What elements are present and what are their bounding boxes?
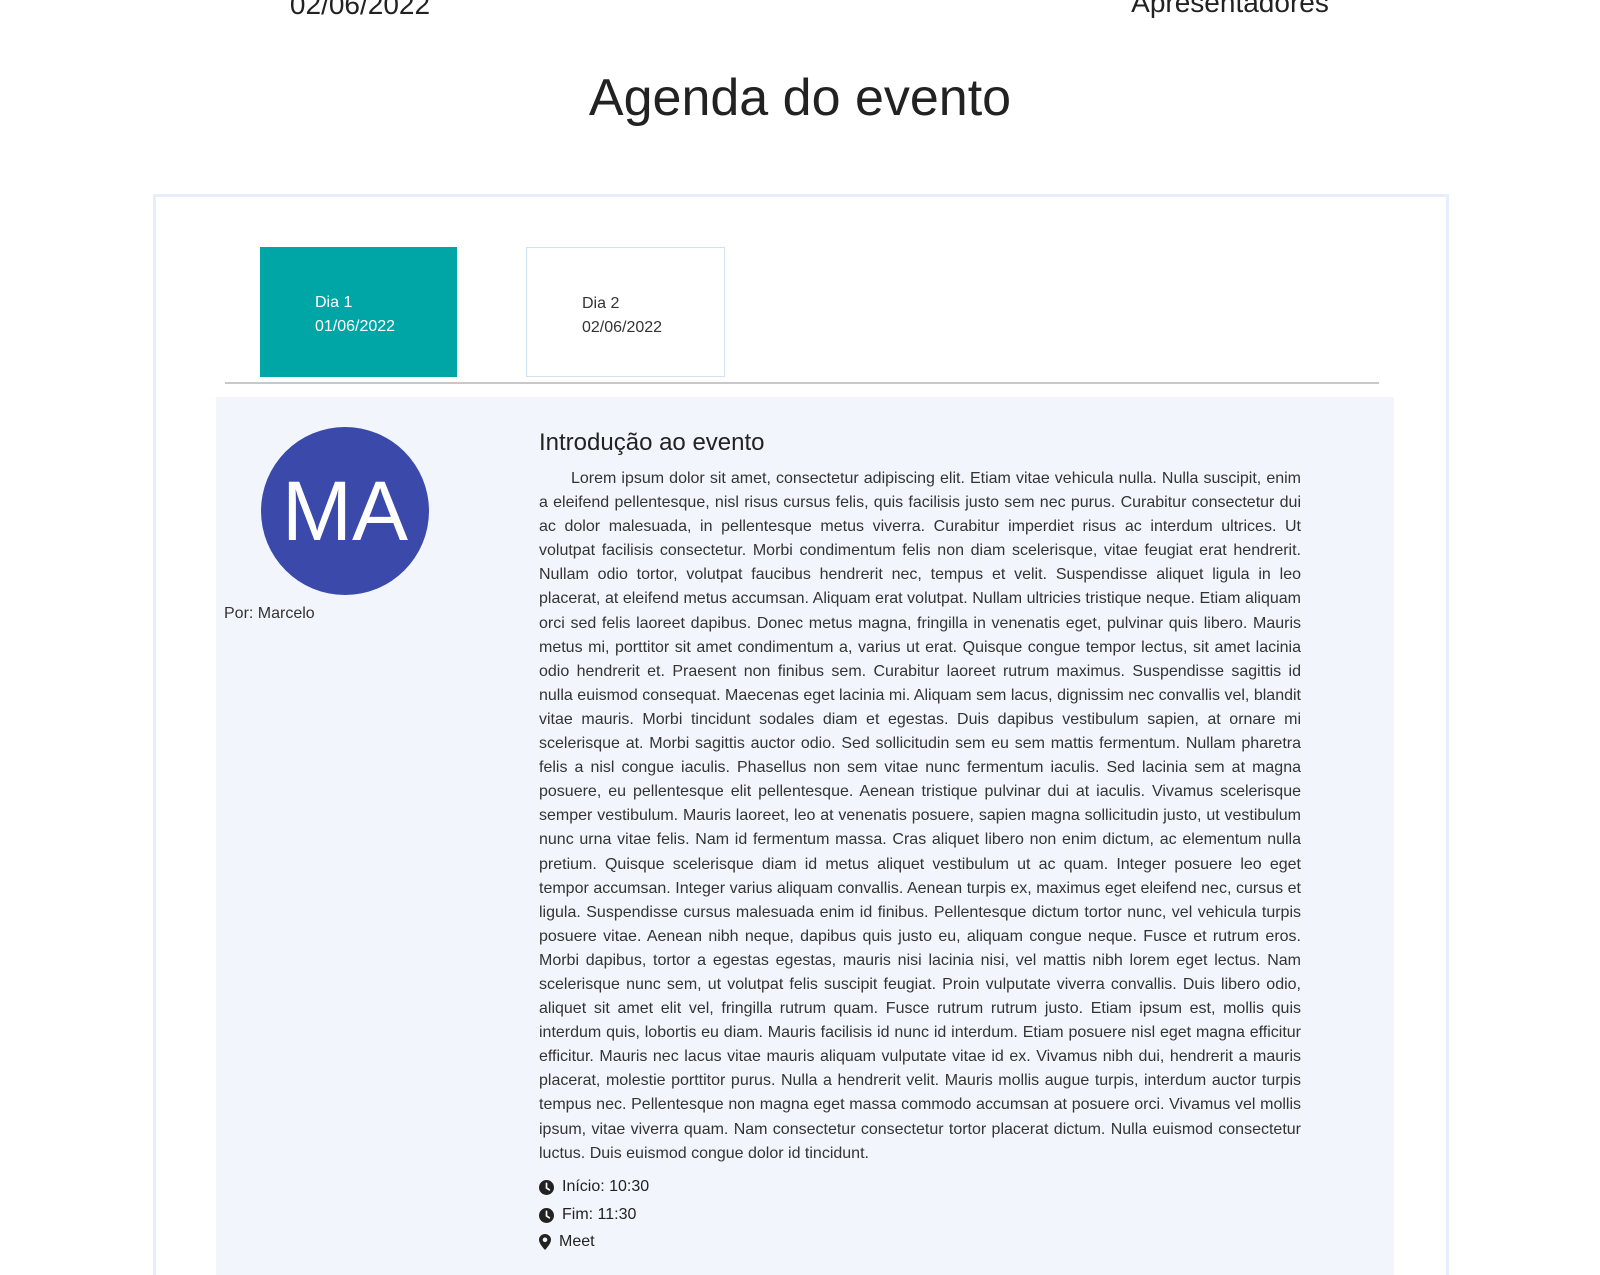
map-pin-icon xyxy=(539,1234,551,1250)
clock-icon xyxy=(539,1207,554,1223)
session-title: Introdução ao evento xyxy=(539,429,765,456)
tab-day-label: Dia 2 xyxy=(582,295,620,312)
tab-day-2[interactable]: Dia 2 02/06/2022 xyxy=(526,247,725,377)
clock-icon xyxy=(539,1179,554,1195)
session-item: MA Por: Marcelo Introdução ao evento Lor… xyxy=(216,397,1394,1275)
tab-date-label: 01/06/2022 xyxy=(315,318,396,335)
tabs-divider xyxy=(225,382,1379,384)
session-description: Lorem ipsum dolor sit amet, consectetur … xyxy=(539,470,1301,1162)
page-title: Agenda do evento xyxy=(588,69,1012,127)
end-time-label: Fim: 11:30 xyxy=(562,1206,637,1223)
avatar: MA xyxy=(261,427,429,595)
session-end-time: Fim: 11:30 xyxy=(539,1206,636,1224)
session-start-time: Início: 10:30 xyxy=(539,1178,649,1196)
presenters-link[interactable]: Apresentadores xyxy=(1100,0,1360,22)
date-range-end: 02/06/2022 xyxy=(289,0,431,20)
tab-date-label: 02/06/2022 xyxy=(582,319,663,336)
session-location: Meet xyxy=(539,1233,595,1251)
start-time-label: Início: 10:30 xyxy=(562,1178,650,1195)
tab-day-1[interactable]: Dia 1 01/06/2022 xyxy=(260,247,457,377)
tab-day-label: Dia 1 xyxy=(315,294,353,311)
agenda-card: Dia 1 01/06/2022 Dia 2 02/06/2022 MA Por… xyxy=(153,194,1449,1275)
location-label: Meet xyxy=(559,1233,595,1250)
presenter-name: Por: Marcelo xyxy=(224,605,315,622)
